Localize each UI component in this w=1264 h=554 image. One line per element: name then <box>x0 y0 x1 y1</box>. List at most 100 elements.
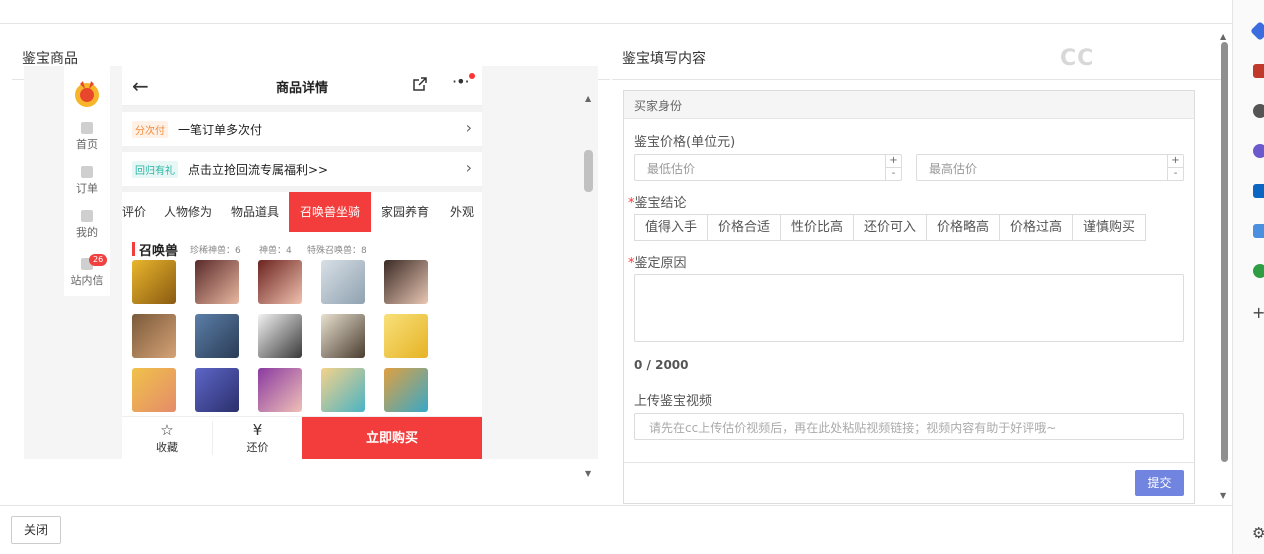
tab-reviews[interactable]: 评价 <box>122 192 146 232</box>
left-panel-title: 鉴宝商品 <box>22 51 78 67</box>
summon-avatar[interactable] <box>384 314 428 358</box>
gear-icon[interactable]: ⚙ <box>1252 524 1264 542</box>
preview-scroll-thumb[interactable] <box>584 150 593 192</box>
close-button[interactable]: 关闭 <box>11 516 61 544</box>
divider <box>0 505 1232 506</box>
bargain-button[interactable]: ¥ 还价 <box>212 421 302 455</box>
toolbox-icon[interactable] <box>1253 64 1264 78</box>
price-label: 鉴宝价格(单位元) <box>634 135 736 150</box>
section-marker <box>132 242 135 256</box>
preview-scrollbar[interactable] <box>583 70 595 455</box>
video-link-placeholder: 请先在cc上传估价视频后，再在此处粘贴视频链接；视频内容有助于好评哦~ <box>649 421 1057 435</box>
summon-avatar[interactable] <box>258 368 302 412</box>
minus-icon[interactable]: - <box>1168 167 1183 179</box>
divider <box>624 462 1194 463</box>
order-icon <box>81 166 93 178</box>
tab-items[interactable]: 物品道具 <box>226 192 284 232</box>
stat-special: 特殊召唤兽：8 <box>307 246 367 256</box>
summon-avatar[interactable] <box>321 368 365 412</box>
tab-character[interactable]: 人物修为 <box>158 192 218 232</box>
conclusion-option[interactable]: 价格略高 <box>926 214 1000 241</box>
promo-text: 一笔订单多次付 <box>178 123 263 137</box>
category-tabs: 评价 人物修为 物品道具 召唤兽坐骑 家园养育 外观 <box>122 192 482 232</box>
unread-badge: 26 <box>89 254 108 266</box>
conclusion-option[interactable]: 价格过高 <box>999 214 1073 241</box>
summon-avatar[interactable] <box>258 260 302 304</box>
add-icon[interactable]: + <box>1252 303 1264 322</box>
people-icon[interactable] <box>1253 104 1264 118</box>
video-link-input[interactable]: 请先在cc上传估价视频后，再在此处粘贴视频链接；视频内容有助于好评哦~ <box>634 413 1184 440</box>
scroll-down-arrow-icon[interactable]: ▼ <box>585 469 591 478</box>
summon-avatar[interactable] <box>321 314 365 358</box>
promo-return-gift[interactable]: 回归有礼 点击立抢回流专属福利>> › <box>122 152 482 186</box>
min-price-placeholder: 最低估价 <box>647 162 696 176</box>
nav-label: 站内信 <box>70 274 104 287</box>
form-section-title: 买家身份 <box>634 99 683 113</box>
nav-label: 首页 <box>76 138 98 151</box>
top-bar <box>0 0 1232 24</box>
reason-label: *鉴定原因 <box>628 252 687 271</box>
conclusion-option[interactable]: 谨慎购买 <box>1072 214 1146 241</box>
product-preview-frame: 首页 订单 我的 26 站内信 ← 商品详情 ·•· 分次付 一笔订单多次付 ›… <box>24 66 598 459</box>
main-scroll-thumb[interactable] <box>1221 42 1228 462</box>
stepper[interactable]: + - <box>885 155 901 180</box>
share-icon[interactable] <box>412 76 428 92</box>
promo-installment[interactable]: 分次付 一笔订单多次付 › <box>122 112 482 146</box>
bargain-label: 还价 <box>246 441 269 454</box>
stat-rare: 珍稀神兽：6 <box>190 246 241 256</box>
max-price-placeholder: 最高估价 <box>929 162 978 176</box>
copilot-icon[interactable] <box>1253 144 1264 158</box>
tree-icon[interactable] <box>1253 264 1264 278</box>
summon-avatar[interactable] <box>384 260 428 304</box>
summon-avatar[interactable] <box>195 314 239 358</box>
nav-item-messages[interactable]: 26 站内信 <box>64 254 110 288</box>
reason-textarea[interactable] <box>634 274 1184 342</box>
min-price-input[interactable]: 最低估价 + - <box>634 154 902 181</box>
star-icon: ☆ <box>160 421 174 439</box>
max-price-input[interactable]: 最高估价 + - <box>916 154 1184 181</box>
summon-avatar[interactable] <box>258 314 302 358</box>
summon-avatar[interactable] <box>195 260 239 304</box>
buy-now-button[interactable]: 立即购买 <box>302 417 482 459</box>
minus-icon[interactable]: - <box>886 167 901 179</box>
summon-avatar[interactable] <box>321 260 365 304</box>
scroll-down-arrow-icon[interactable]: ▼ <box>1220 491 1226 500</box>
phone-screen: ← 商品详情 ·•· 分次付 一笔订单多次付 › 回归有礼 点击立抢回流专属福利… <box>122 66 482 459</box>
scroll-up-arrow-icon[interactable]: ▲ <box>1220 32 1226 41</box>
char-counter: 0 / 2000 <box>634 358 689 372</box>
nav-item-orders[interactable]: 订单 <box>64 166 110 196</box>
conclusion-option[interactable]: 还价可入 <box>853 214 927 241</box>
phone-header: ← 商品详情 ·•· <box>122 66 482 106</box>
user-icon <box>81 210 93 222</box>
summon-avatar[interactable] <box>132 314 176 358</box>
plus-icon[interactable]: + <box>1168 155 1183 167</box>
more-icon[interactable]: ·•· <box>452 72 470 91</box>
conclusion-option[interactable]: 价格合适 <box>707 214 781 241</box>
favorite-button[interactable]: ☆ 收藏 <box>122 421 212 455</box>
nav-item-mine[interactable]: 我的 <box>64 210 110 240</box>
submit-button[interactable]: 提交 <box>1135 470 1184 496</box>
conclusion-option[interactable]: 性价比高 <box>780 214 854 241</box>
summon-avatar[interactable] <box>132 260 176 304</box>
divider <box>612 79 1222 80</box>
summon-avatar[interactable] <box>384 368 428 412</box>
tab-appearance[interactable]: 外观 <box>442 192 482 232</box>
section-title: 召唤兽 <box>139 244 179 259</box>
stepper[interactable]: + - <box>1167 155 1183 180</box>
summon-avatar[interactable] <box>132 368 176 412</box>
tab-home[interactable]: 家园养育 <box>375 192 435 232</box>
plus-icon[interactable]: + <box>886 155 901 167</box>
tab-summons[interactable]: 召唤兽坐骑 <box>289 192 371 232</box>
outlook-icon[interactable] <box>1253 184 1264 198</box>
conclusion-label: *鉴宝结论 <box>628 192 687 211</box>
nav-item-home[interactable]: 首页 <box>64 122 110 152</box>
summon-avatar[interactable] <box>195 368 239 412</box>
conclusion-label-text: 鉴宝结论 <box>634 196 687 211</box>
scroll-up-arrow-icon[interactable]: ▲ <box>585 94 591 103</box>
promo-tag: 回归有礼 <box>132 161 178 178</box>
notification-dot <box>469 73 475 79</box>
promo-tag: 分次付 <box>132 121 168 138</box>
reason-label-text: 鉴定原因 <box>634 256 687 271</box>
games-icon[interactable] <box>1253 224 1264 238</box>
conclusion-option[interactable]: 值得入手 <box>634 214 708 241</box>
